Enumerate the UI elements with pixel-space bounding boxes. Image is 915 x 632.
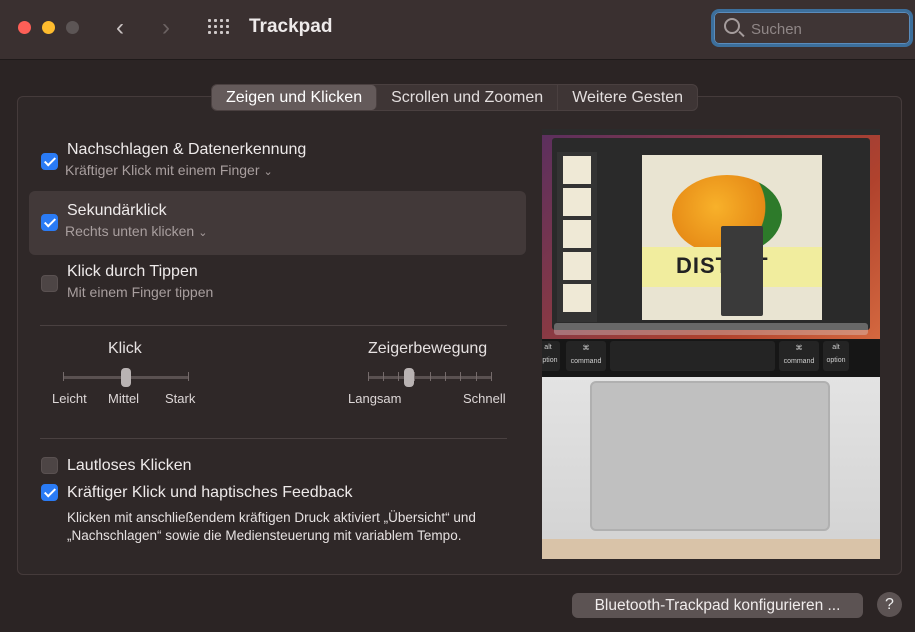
- title-bar: ‹ › Trackpad: [0, 0, 915, 60]
- option-subtitle-menu[interactable]: Rechts unten klicken ⌄: [65, 223, 207, 239]
- help-button[interactable]: ?: [877, 592, 902, 617]
- option-title: Lautloses Klicken: [67, 457, 192, 474]
- preview-dock: [554, 323, 868, 335]
- divider: [40, 438, 507, 439]
- click-max-label: Stark: [165, 391, 196, 406]
- pointer-slider-title: Zeigerbewegung: [368, 340, 488, 357]
- lautlos-checkbox[interactable]: [41, 457, 58, 474]
- preview-trackpad: [542, 377, 880, 559]
- window-title: Trackpad: [249, 16, 333, 37]
- chevron-down-icon: ⌄: [198, 227, 208, 239]
- preview-context-menu: [721, 226, 763, 316]
- option-title: Kräftiger Klick und haptisches Feedback: [67, 484, 353, 501]
- tab-bar: Zeigen und Klicken Scrollen und Zoomen W…: [211, 84, 699, 111]
- search-input[interactable]: [751, 18, 901, 40]
- tab-scrollen-und-zoomen[interactable]: Scrollen und Zoomen: [377, 85, 559, 110]
- search-icon: [724, 18, 740, 34]
- pointer-min-label: Langsam: [348, 391, 402, 406]
- minimize-window-button[interactable]: [42, 21, 55, 34]
- pointer-max-label: Schnell: [463, 391, 506, 406]
- click-min-label: Leicht: [52, 391, 87, 406]
- zoom-window-button[interactable]: [66, 21, 79, 34]
- option-nachschlagen: Nachschlagen & Datenerkennung Kräftiger …: [29, 131, 526, 195]
- pointer-slider-knob[interactable]: [403, 368, 414, 387]
- nachschlagen-checkbox[interactable]: [41, 153, 58, 170]
- forward-chevron-icon[interactable]: ›: [162, 14, 170, 42]
- option-subtitle: Mit einem Finger tippen: [67, 284, 214, 300]
- tippen-checkbox[interactable]: [41, 275, 58, 292]
- divider: [40, 325, 507, 326]
- click-slider-knob[interactable]: [121, 368, 131, 387]
- option-title: Sekundärklick: [67, 202, 167, 219]
- tab-weitere-gesten[interactable]: Weitere Gesten: [558, 85, 697, 110]
- configure-bluetooth-trackpad-button[interactable]: Bluetooth-Trackpad konfigurieren ...: [572, 593, 863, 618]
- force-click-checkbox[interactable]: [41, 484, 58, 501]
- force-click-description: Klicken mit anschließendem kräftigen Dru…: [67, 510, 476, 543]
- option-title: Nachschlagen & Datenerkennung: [67, 141, 307, 158]
- tab-zeigen-und-klicken[interactable]: Zeigen und Klicken: [212, 85, 378, 110]
- option-subtitle-menu[interactable]: Kräftiger Klick mit einem Finger ⌄: [65, 162, 273, 178]
- click-slider-title: Klick: [108, 340, 142, 357]
- option-sekundaerklick: Sekundärklick Rechts unten klicken ⌄: [29, 191, 526, 255]
- chevron-down-icon: ⌄: [263, 166, 273, 178]
- search-field[interactable]: [711, 9, 913, 47]
- gesture-preview-image: DISTICT altoption ⌘command ⌘command alto…: [542, 129, 880, 559]
- preview-keyboard: altoption ⌘command ⌘command altoption: [542, 339, 880, 377]
- click-mid-label: Mittel: [108, 391, 140, 406]
- preview-screen: DISTICT: [542, 129, 880, 339]
- sekundaerklick-checkbox[interactable]: [41, 214, 58, 231]
- option-title: Klick durch Tippen: [67, 263, 198, 280]
- option-klick-durch-tippen: Klick durch Tippen Mit einem Finger tipp…: [29, 253, 526, 317]
- option-kraeftiger-klick: Kräftiger Klick und haptisches Feedback: [29, 474, 526, 510]
- show-all-grid-icon[interactable]: [208, 19, 230, 37]
- back-chevron-icon[interactable]: ‹: [116, 14, 124, 42]
- close-window-button[interactable]: [18, 21, 31, 34]
